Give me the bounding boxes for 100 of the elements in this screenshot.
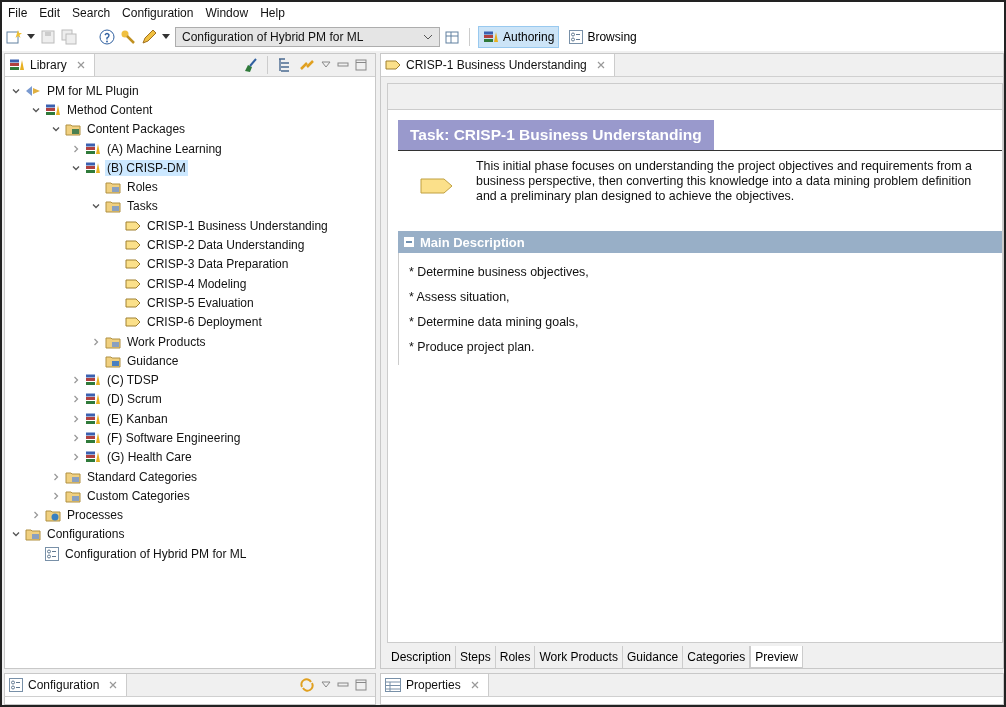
list-icon [9, 678, 23, 692]
task-icon [125, 296, 141, 309]
task-summary: This initial phase focuses on understanding the project objectives and requirements from a business perspective, then converting this knowledge into a data mining problem definition and a preliminary plan designed to achieve the objectives. [476, 159, 973, 204]
task-heading: Task: CRISP-1 Business Understanding [398, 120, 714, 150]
editor-tab[interactable]: CRISP-1 Business Understanding [381, 54, 615, 76]
tree-item[interactable]: Content Packages [85, 121, 188, 138]
maximize-icon[interactable] [355, 59, 367, 71]
close-icon[interactable] [469, 680, 480, 690]
folder-icon [65, 488, 81, 503]
tree-item[interactable]: (G) Health Care [105, 449, 194, 466]
tree-item[interactable]: Standard Categories [85, 468, 200, 485]
expand-chevron-icon[interactable] [71, 433, 81, 443]
expand-chevron-icon[interactable] [71, 143, 81, 154]
tree-item[interactable]: CRISP-2 Data Understanding [145, 237, 307, 253]
dropdown-arrow-icon[interactable] [27, 34, 35, 40]
tree-item[interactable]: CRISP-1 Business Understanding [145, 217, 330, 234]
expand-chevron-icon[interactable] [71, 375, 81, 386]
task-icon [125, 258, 141, 271]
tree-item[interactable]: (A) Machine Learning [105, 140, 224, 157]
expand-chevron-icon[interactable] [71, 394, 81, 405]
expand-chevron-icon[interactable] [71, 452, 81, 463]
package-icon [85, 373, 101, 388]
folder-icon [105, 334, 121, 349]
description-item: * Determine business objectives, [409, 265, 590, 279]
tree-item[interactable]: (B) CRISP-DM [105, 159, 188, 176]
package-icon [85, 141, 101, 156]
package-icon [85, 431, 101, 445]
package-icon [85, 450, 101, 465]
table-icon [385, 678, 401, 692]
description-item: * Determine data mining goals, [409, 315, 580, 329]
tree-item[interactable]: Configuration of Hybrid PM for ML [63, 545, 249, 562]
plugin-icon [25, 83, 41, 98]
broom-icon[interactable] [242, 57, 258, 73]
tree-item[interactable]: Work Products [125, 333, 208, 350]
expand-chevron-icon[interactable] [31, 510, 41, 521]
save-all-icon[interactable] [61, 29, 77, 45]
folder-icon [105, 353, 121, 368]
menu-item[interactable]: Configuration [118, 5, 202, 20]
tree-item[interactable]: CRISP-5 Evaluation [145, 294, 256, 311]
minimize-icon[interactable] [337, 681, 349, 689]
list-icon [45, 546, 59, 561]
menu-item[interactable]: File [4, 5, 36, 20]
list-icon [569, 30, 584, 44]
tree-item[interactable]: CRISP-3 Data Preparation [145, 256, 291, 273]
view-tab[interactable]: Library [5, 54, 95, 76]
perspective-button[interactable]: Browsing [564, 26, 642, 48]
tree-item[interactable]: Tasks [125, 198, 160, 215]
folder-icon [25, 527, 41, 542]
menu-item[interactable]: Edit [35, 5, 69, 20]
close-icon[interactable] [108, 680, 119, 690]
expand-chevron-icon[interactable] [51, 490, 61, 501]
open-perspective-icon[interactable] [445, 29, 461, 45]
key-icon[interactable] [120, 29, 136, 45]
task-icon [385, 59, 401, 71]
new-icon[interactable] [6, 29, 22, 45]
expand-chevron-icon[interactable] [51, 471, 61, 482]
tree-item[interactable]: Method Content [65, 101, 155, 118]
menu-item[interactable]: Help [256, 5, 293, 20]
view-tab[interactable]: Configuration [5, 674, 128, 696]
dropdown-arrow-icon[interactable] [162, 34, 170, 40]
view-tab[interactable]: Properties [381, 674, 489, 696]
help-icon[interactable] [99, 29, 115, 45]
minimize-icon[interactable] [337, 61, 349, 69]
tree-item[interactable]: (E) Kanban [105, 410, 170, 427]
refresh-icon[interactable] [299, 677, 315, 693]
maximize-icon[interactable] [355, 679, 367, 691]
folder-icon [105, 180, 121, 195]
view-menu-icon[interactable] [321, 681, 331, 689]
description-item: * Produce project plan. [409, 340, 536, 354]
perspective-button[interactable]: Authoring [478, 26, 560, 48]
package-icon [85, 392, 101, 407]
expand-chevron-icon[interactable] [91, 336, 101, 347]
save-icon[interactable] [40, 29, 56, 45]
folder-icon [45, 508, 61, 523]
close-icon[interactable] [75, 60, 86, 70]
tree-item[interactable]: Guidance [125, 352, 181, 369]
folder-icon [65, 122, 81, 137]
tree-item[interactable]: Roles [125, 179, 160, 196]
editor-page-tab[interactable]: Preview [750, 646, 803, 668]
tree-item[interactable]: (C) TDSP [105, 372, 161, 389]
tree-item[interactable]: CRISP-6 Deployment [145, 314, 264, 331]
tree-item[interactable]: Custom Categories [85, 487, 192, 504]
close-icon[interactable] [595, 60, 606, 70]
configuration-dropdown[interactable]: Configuration of Hybrid PM for ML [175, 27, 440, 47]
collapse-icon [404, 237, 414, 247]
tree-item[interactable]: Processes [65, 507, 126, 524]
tree-item[interactable]: (D) Scrum [105, 391, 164, 408]
expand-chevron-icon[interactable] [71, 413, 81, 424]
folder-icon [65, 469, 81, 484]
tree-item[interactable]: PM for ML Plugin [45, 82, 141, 99]
tree-item[interactable]: (F) Software Engineering [105, 430, 243, 446]
books-icon [483, 30, 499, 44]
pencil-icon[interactable] [141, 29, 157, 45]
package-icon [85, 411, 101, 426]
tree-item[interactable]: Configurations [45, 526, 127, 543]
menu-item[interactable]: Window [201, 5, 257, 20]
books-icon [9, 58, 25, 72]
tree-item[interactable]: CRISP-4 Modeling [145, 275, 249, 292]
menu-item[interactable]: Search [68, 5, 119, 20]
view-menu-icon[interactable] [321, 61, 331, 69]
